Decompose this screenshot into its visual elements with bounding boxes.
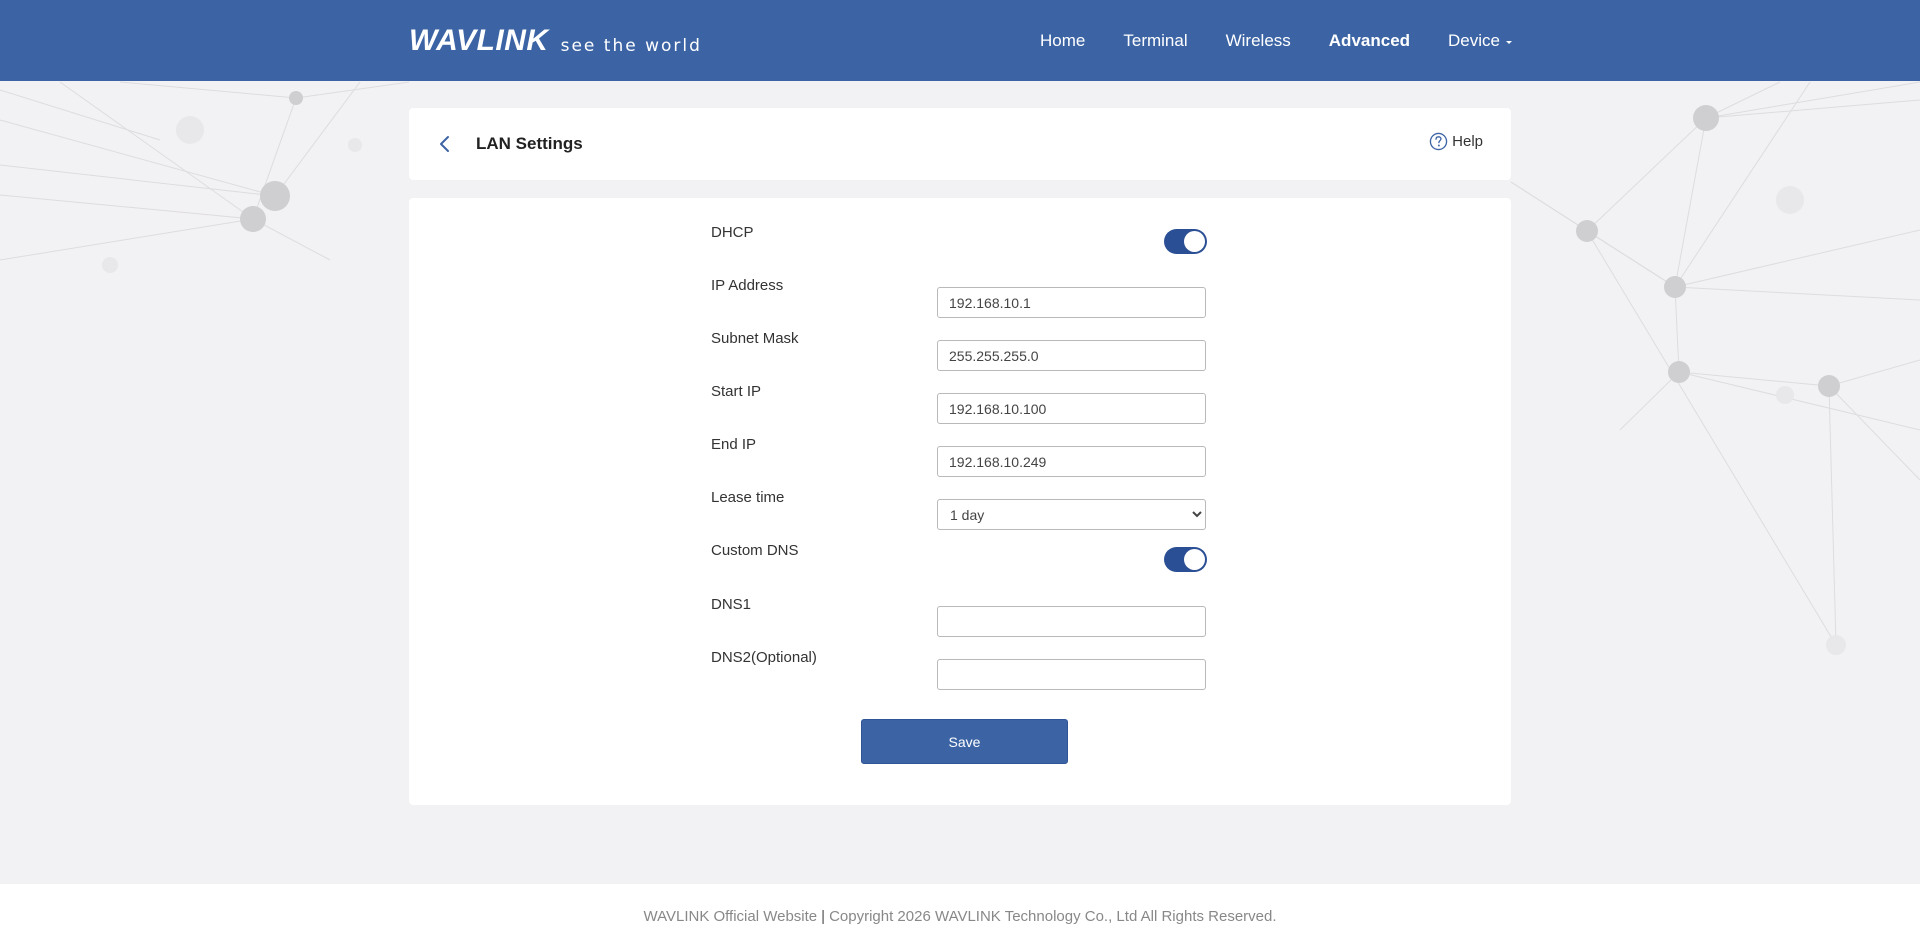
dns1-row: DNS1 [711,595,1213,637]
logo-brand: WAVLINK [409,24,549,57]
dhcp-label: DHCP [711,224,754,241]
end-ip-label: End IP [711,436,757,453]
footer-text: WAVLINK Official Website | Copyright 2026 … [0,908,1920,925]
ip-address-input[interactable] [937,287,1206,318]
subnet-mask-input[interactable] [937,340,1206,371]
start-ip-row: Start IP [711,382,1213,424]
lease-time-select[interactable]: 1 day [937,499,1206,530]
dns2-row: DNS2(Optional) [711,648,1213,690]
toggle-knob [1184,231,1205,252]
ip-address-row: IP Address [711,276,1213,318]
dns1-input[interactable] [937,606,1206,637]
dhcp-toggle[interactable] [1164,229,1207,254]
logo-tagline: see the world [560,36,702,56]
footer-separator: | [821,908,826,925]
nav-terminal[interactable]: Terminal [1123,29,1187,53]
start-ip-label: Start IP [711,383,762,400]
nav-device[interactable]: Device [1448,29,1512,53]
wavlink-logo[interactable]: WAVLINK see the world [409,24,702,57]
official-website-link[interactable]: WAVLINK Official Website [643,908,817,925]
start-ip-input[interactable] [937,393,1206,424]
dns1-label: DNS1 [711,596,752,613]
dns2-input[interactable] [937,659,1206,690]
nav-home[interactable]: Home [1040,29,1085,53]
help-label: Help [1452,133,1483,150]
page-title-bar: LAN Settings Help [409,108,1511,180]
subnet-mask-row: Subnet Mask [711,329,1213,371]
top-header: WAVLINK see the world Home Terminal Wire… [0,0,1920,81]
nav-advanced[interactable]: Advanced [1329,29,1410,53]
subnet-mask-label: Subnet Mask [711,330,799,347]
help-button[interactable]: Help [1429,132,1483,151]
toggle-knob [1184,549,1205,570]
custom-dns-label: Custom DNS [711,542,799,559]
lan-settings-form: DHCP IP Address Subnet Mask Start IP End… [409,198,1511,805]
question-circle-icon [1429,132,1448,151]
custom-dns-row: Custom DNS [711,541,1213,573]
chevron-left-icon [440,136,449,152]
copyright-text: Copyright 2026 WAVLINK Technology Co., L… [829,908,1277,925]
dhcp-row: DHCP [711,223,1213,255]
page-footer: WAVLINK Official Website | Copyright 2026 … [0,884,1920,945]
end-ip-row: End IP [711,435,1213,477]
lease-time-row: Lease time 1 day [711,488,1213,530]
page-title: LAN Settings [476,134,583,153]
nav-device-label: Device [1448,31,1500,50]
back-button[interactable] [435,134,455,154]
ip-address-label: IP Address [711,277,784,294]
custom-dns-toggle[interactable] [1164,547,1207,572]
dns2-label: DNS2(Optional) [711,649,817,666]
nav-wireless[interactable]: Wireless [1226,29,1291,53]
lease-time-label: Lease time [711,489,785,506]
end-ip-input[interactable] [937,446,1206,477]
save-button[interactable]: Save [861,719,1068,764]
caret-down-icon [1506,40,1512,44]
main-nav: Home Terminal Wireless Advanced Device [1002,29,1512,53]
